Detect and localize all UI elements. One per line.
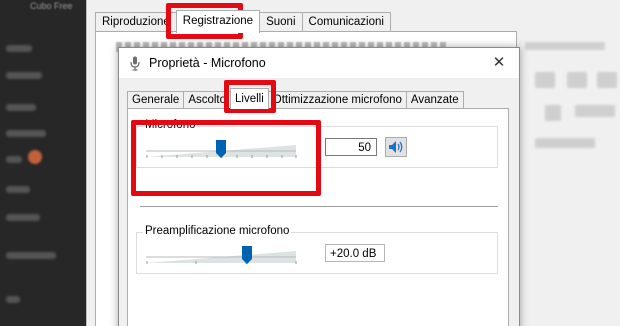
tab-registrazione[interactable]: Registrazione xyxy=(175,10,261,33)
blurred-menu-item xyxy=(6,252,56,259)
tab-generale[interactable]: Generale xyxy=(127,91,185,109)
dialog-title: Proprietà - Microfono xyxy=(149,56,266,70)
blurred-toolbar-icon xyxy=(535,72,555,88)
blurred-toolbar-icon xyxy=(545,105,561,121)
microphone-icon xyxy=(130,56,140,71)
separator xyxy=(140,206,498,207)
microphone-level-field[interactable]: 50 xyxy=(325,138,377,156)
blurred-toolbar-icon xyxy=(567,72,587,88)
highlight-microphone-group xyxy=(131,120,321,196)
boost-slider-track[interactable] xyxy=(146,245,298,265)
dialog-tabs: Generale Ascolto Livelli Ottimizzazione … xyxy=(127,88,464,109)
blurred-toolbar-icon xyxy=(597,72,617,88)
background-app-sidebar: Cubo Free xyxy=(0,0,92,326)
blurred-menu-item xyxy=(6,130,46,137)
blurred-text xyxy=(575,105,615,117)
background-app-title: Cubo Free xyxy=(30,1,73,11)
tab-avanzate[interactable]: Avanzate xyxy=(405,91,464,109)
tab-ottimizzazione-microfono[interactable]: Ottimizzazione microfono xyxy=(267,91,407,109)
blurred-menu-item xyxy=(6,156,22,163)
blurred-menu-item xyxy=(6,214,40,221)
tab-livelli[interactable]: Livelli xyxy=(230,88,269,109)
close-button[interactable]: ✕ xyxy=(479,48,519,78)
blurred-text xyxy=(535,138,595,148)
tab-suoni[interactable]: Suoni xyxy=(259,12,303,32)
blurred-menu-item xyxy=(6,296,20,303)
blurred-menu-item xyxy=(6,186,30,193)
tab-riproduzione[interactable]: Riproduzione xyxy=(95,12,177,32)
screenshot-root: Cubo Free Riproduzione Registrazione Suo… xyxy=(0,0,620,326)
background-app-right xyxy=(515,0,620,326)
mute-button[interactable] xyxy=(385,137,407,157)
boost-slider-thumb[interactable] xyxy=(241,246,252,264)
boost-group: Preamplificazione microfono +20.0 dB xyxy=(136,225,498,274)
boost-level-field: +20.0 dB xyxy=(325,244,385,262)
speaker-icon xyxy=(389,141,403,153)
boost-label: Preamplificazione microfono xyxy=(143,225,292,237)
title-bar[interactable]: Proprietà - Microfono ✕ xyxy=(119,48,519,78)
tab-comunicazioni[interactable]: Comunicazioni xyxy=(301,12,391,32)
blurred-menu-item xyxy=(6,45,32,52)
blurred-menu-item xyxy=(6,104,36,111)
blurred-text xyxy=(525,42,605,50)
notification-badge-icon xyxy=(28,150,42,164)
close-icon: ✕ xyxy=(492,54,506,71)
blurred-menu-item xyxy=(6,72,42,79)
sound-dialog-tabs: Riproduzione Registrazione Suoni Comunic… xyxy=(95,10,391,33)
